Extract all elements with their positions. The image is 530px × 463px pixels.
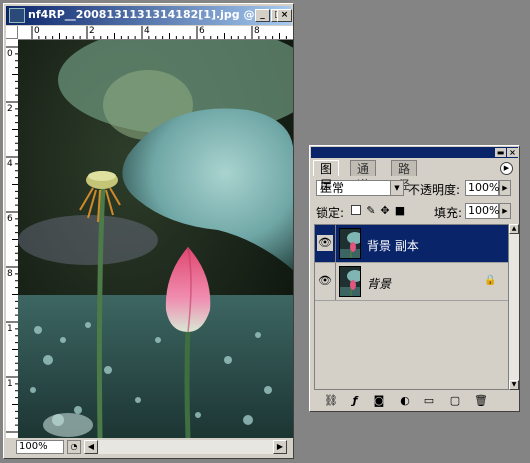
- divider: [335, 225, 336, 262]
- ruler-top-label: 0: [34, 26, 40, 36]
- opacity-label: 不透明度:: [408, 183, 461, 197]
- status-menu-icon[interactable]: ◔: [67, 440, 81, 454]
- palette-bottom-bar: ⛓ ƒ ◙ ◐ ▭ ▢ 🗑: [314, 394, 514, 410]
- ruler-left-label: 4: [7, 159, 13, 169]
- lock-transparency-icon[interactable]: [351, 205, 361, 215]
- lock-all-icon[interactable]: ■: [394, 205, 406, 217]
- horizontal-scrollbar[interactable]: ◀ ▶: [84, 440, 287, 454]
- ruler-left-label: 0: [7, 49, 13, 59]
- palette-close-button[interactable]: ×: [507, 148, 518, 157]
- adjustment-layer-icon[interactable]: ◐: [398, 394, 412, 408]
- eye-icon[interactable]: 👁: [317, 273, 333, 289]
- ruler-top-label: 6: [199, 26, 205, 36]
- horizontal-ruler-ticks: [31, 26, 287, 39]
- layer-name[interactable]: 背景 副本: [367, 237, 419, 254]
- scroll-down-icon[interactable]: ▼: [509, 380, 519, 390]
- document-window: nf4RP__2008131131314182[1].jpg @ ... _ □…: [3, 3, 294, 459]
- lock-row: 锁定: ✎ ✥ ■ 填充: 100% ▶: [314, 203, 514, 221]
- ruler-left-label: 1: [7, 379, 13, 389]
- ruler-origin[interactable]: [6, 26, 18, 39]
- tab-channels[interactable]: 通道: [350, 160, 377, 192]
- layer-row-background-copy[interactable]: 👁 背景 副本: [315, 225, 508, 263]
- photoshop-doc-icon[interactable]: [9, 8, 25, 23]
- scroll-left-icon[interactable]: ◀: [84, 440, 98, 454]
- opacity-field[interactable]: 100%: [465, 180, 499, 196]
- lotus-photo: [18, 40, 293, 438]
- layer-thumbnail: [339, 228, 361, 259]
- palette-title-bar[interactable]: ▬ ×: [311, 147, 518, 158]
- ruler-left-label: 6: [7, 214, 13, 224]
- layer-list-scrollbar[interactable]: ▲ ▼: [509, 224, 519, 390]
- layer-list: 👁 背景 副本 👁 背景 🔒: [314, 224, 509, 390]
- document-status-bar: 100% ◔ ◀ ▶: [6, 438, 291, 456]
- ruler-top-label: 8: [254, 26, 260, 36]
- mask-icon[interactable]: ◙: [372, 394, 386, 408]
- layer-name[interactable]: 背景: [367, 275, 391, 292]
- document-title-bar[interactable]: nf4RP__2008131131314182[1].jpg @ ... _ □…: [6, 6, 292, 25]
- blend-row: 正常 ▼ 不透明度: 100% ▶: [314, 180, 514, 198]
- scroll-right-icon[interactable]: ▶: [273, 440, 287, 454]
- lock-icon: 🔒: [484, 275, 497, 286]
- zoom-field[interactable]: 100%: [16, 440, 64, 454]
- ruler-top-label: 4: [144, 26, 150, 36]
- new-group-icon[interactable]: ▭: [422, 394, 436, 408]
- tab-paths[interactable]: 路径: [391, 160, 418, 192]
- document-title: nf4RP__2008131131314182[1].jpg @ ...: [28, 8, 271, 21]
- ruler-top-label: 2: [89, 26, 95, 36]
- lock-brush-icon[interactable]: ✎: [365, 205, 377, 217]
- horizontal-ruler[interactable]: 0 2 4 6 8: [18, 26, 293, 40]
- eye-icon[interactable]: 👁: [317, 235, 333, 251]
- minimize-button[interactable]: _: [255, 9, 270, 22]
- close-button[interactable]: ×: [277, 9, 292, 22]
- ruler-left-label: 2: [7, 104, 13, 114]
- image-canvas[interactable]: [18, 40, 293, 438]
- scroll-up-icon[interactable]: ▲: [509, 224, 519, 234]
- fill-label: 填充:: [434, 206, 463, 220]
- chevron-down-icon[interactable]: ▼: [390, 181, 403, 195]
- layer-row-background[interactable]: 👁 背景 🔒: [315, 263, 508, 301]
- lock-move-icon[interactable]: ✥: [379, 205, 391, 217]
- ruler-left-label: 1: [7, 324, 13, 334]
- new-layer-icon[interactable]: ▢: [448, 394, 462, 408]
- layer-list-empty-area: [315, 301, 508, 389]
- trash-icon[interactable]: 🗑: [474, 394, 488, 408]
- ruler-left-label: 8: [7, 269, 13, 279]
- layer-style-icon[interactable]: ƒ: [348, 394, 362, 408]
- fill-slider-icon[interactable]: ▶: [499, 203, 511, 219]
- tab-layers[interactable]: 图层: [313, 160, 340, 192]
- layer-thumbnail: [339, 266, 361, 297]
- divider: [335, 263, 336, 300]
- lock-label: 锁定:: [316, 206, 345, 220]
- layers-palette: ▬ × 图层 通道 路径 ▶ 正常 ▼ 不透明度: 100% ▶ 锁定: ✎ ✥…: [309, 145, 520, 412]
- link-icon[interactable]: ⛓: [324, 394, 338, 408]
- opacity-slider-icon[interactable]: ▶: [499, 180, 511, 196]
- palette-minimize-button[interactable]: ▬: [495, 148, 506, 157]
- palette-menu-icon[interactable]: ▶: [500, 162, 513, 175]
- fill-field[interactable]: 100%: [465, 203, 499, 219]
